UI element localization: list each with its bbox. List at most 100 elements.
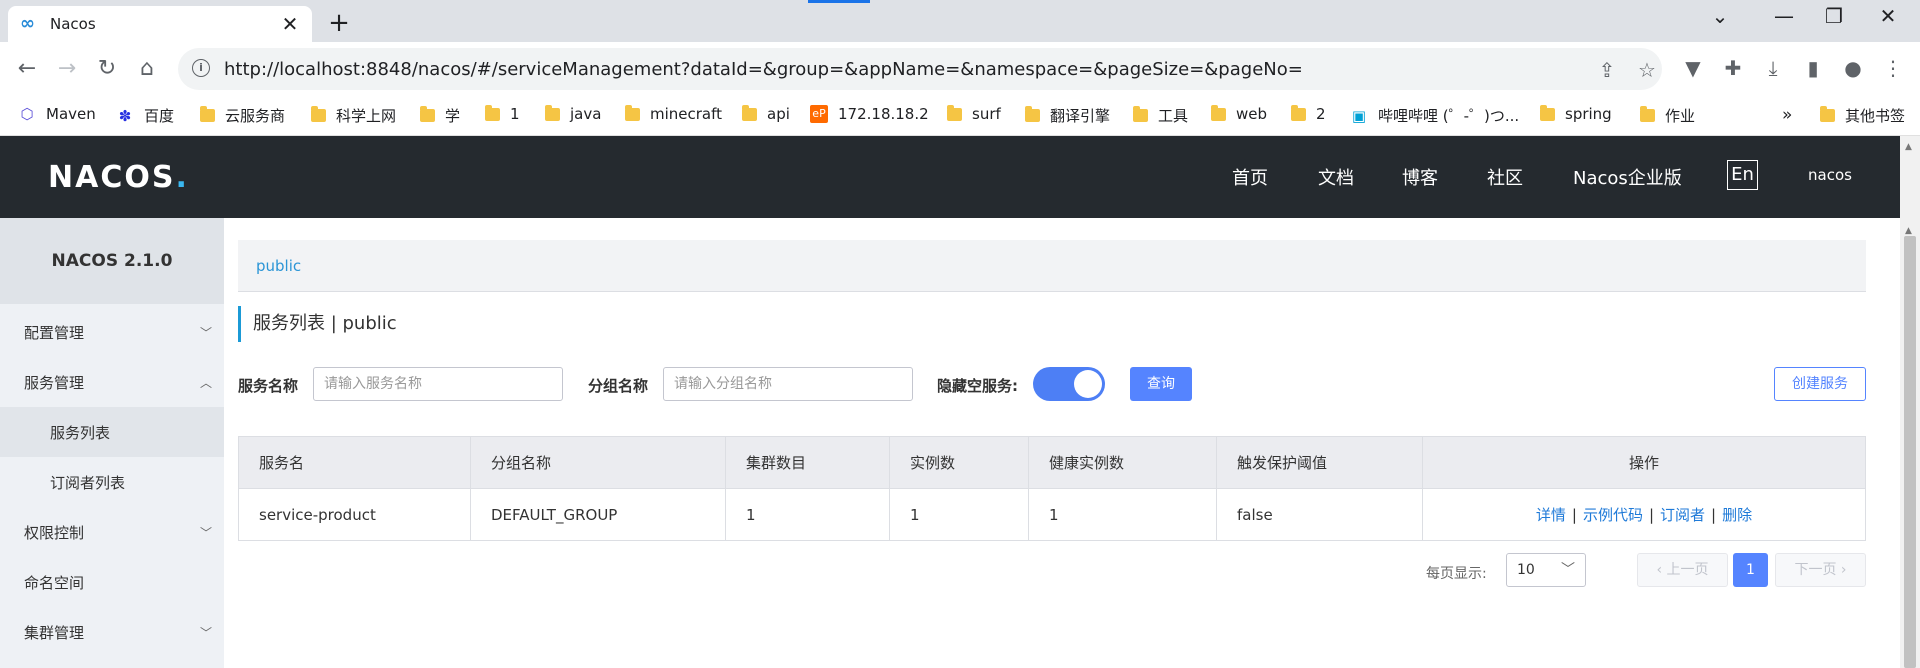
bookmark-folder[interactable]: 工具 [1133, 105, 1188, 126]
table-header-row: 服务名 分组名称 集群数目 实例数 健康实例数 触发保护阈值 操作 [238, 436, 1866, 489]
bookmark-label: surf [972, 105, 1001, 123]
bookmark-label: 作业 [1665, 107, 1696, 125]
op-detail-link[interactable]: 详情 [1536, 506, 1566, 524]
page-scrollbar[interactable]: ▲ ▲ [1900, 136, 1920, 668]
bookmark-label: 其他书签 [1845, 107, 1906, 125]
sidebar-item-subscribers[interactable]: 订阅者列表 [0, 457, 224, 507]
sidebar-title: NACOS 2.1.0 [0, 218, 224, 304]
bookmark-folder[interactable]: api [742, 104, 790, 123]
sidebar-item-service-list[interactable]: 服务列表 [0, 407, 224, 457]
address-bar[interactable]: i http://localhost:8848/nacos/#/serviceM… [178, 48, 1662, 90]
bookmarks-more-button[interactable]: » [1782, 105, 1792, 125]
browser-menu-icon[interactable]: ⋮ [1878, 56, 1908, 80]
extension-v-icon[interactable]: ▼ [1678, 56, 1708, 80]
chevron-down-icon: ﹀ [199, 525, 212, 540]
nacos-logo[interactable]: NACOS. [48, 160, 189, 195]
new-tab-button[interactable]: + [324, 8, 354, 38]
bookmark-folder[interactable]: minecraft [625, 104, 723, 123]
cell-clusters: 1 [725, 488, 890, 541]
bookmark-folder[interactable]: 2 [1291, 104, 1326, 123]
sidebar-item-cluster[interactable]: 集群管理 ﹀ [0, 607, 224, 657]
namespace-tab-public[interactable]: public [256, 257, 301, 275]
bookmark-baidu[interactable]: ✽ 百度 [116, 105, 174, 126]
next-page-label: 下一页 [1794, 562, 1837, 578]
scroll-up-arrow-icon-inner[interactable]: ▲ [1905, 226, 1912, 236]
prev-page-button[interactable]: ‹ 上一页 [1637, 553, 1728, 587]
current-page-button[interactable]: 1 [1733, 553, 1768, 587]
user-name[interactable]: nacos [1808, 166, 1852, 184]
bookmark-folder[interactable]: web [1211, 104, 1267, 123]
other-bookmarks[interactable]: 其他书签 [1820, 105, 1905, 126]
browser-tab[interactable]: ∞ Nacos ✕ [8, 6, 312, 42]
sidebar-item-label: 服务列表 [50, 423, 111, 442]
create-service-button[interactable]: 创建服务 [1774, 367, 1866, 401]
group-name-input[interactable]: 请输入分组名称 [663, 367, 913, 401]
extensions-puzzle-icon[interactable]: ✚ [1718, 56, 1748, 80]
toggle-knob [1074, 370, 1102, 398]
scroll-up-arrow-icon[interactable]: ▲ [1905, 142, 1912, 152]
sidebar-item-auth[interactable]: 权限控制 ﹀ [0, 507, 224, 557]
op-delete-link[interactable]: 删除 [1722, 506, 1752, 524]
bookmark-folder[interactable]: 云服务商 [200, 105, 285, 126]
sidebar-item-namespace[interactable]: 命名空间 [0, 557, 224, 607]
folder-icon [420, 106, 435, 122]
bookmark-label: 翻译引擎 [1050, 107, 1111, 125]
service-name-input[interactable]: 请输入服务名称 [313, 367, 563, 401]
page-size-select[interactable]: 10 ﹀ [1506, 553, 1586, 587]
tab-search-icon[interactable]: ⌄ [1700, 4, 1740, 28]
window-minimize-button[interactable]: — [1764, 4, 1804, 28]
query-button[interactable]: 查询 [1130, 367, 1192, 401]
nav-docs[interactable]: 文档 [1318, 164, 1354, 190]
tab-title: Nacos [50, 15, 96, 33]
sidebar-item-service[interactable]: 服务管理 ︿ [0, 357, 224, 407]
bookmark-bilibili[interactable]: ▣ 哔哩哔哩 (゜-゜)つ... [1350, 105, 1519, 126]
nav-community[interactable]: 社区 [1487, 164, 1523, 190]
cell-service-name: service-product [238, 488, 471, 541]
profile-avatar-icon[interactable]: ● [1838, 56, 1868, 80]
hide-empty-toggle[interactable] [1033, 367, 1105, 401]
bookmark-maven[interactable]: ⬡ Maven [18, 105, 95, 123]
chevron-right-icon: › [1836, 562, 1847, 578]
next-page-button[interactable]: 下一页 › [1775, 553, 1866, 587]
browser-toolbar: ← → ↻ ⌂ i http://localhost:8848/nacos/#/… [0, 42, 1920, 96]
nav-blog[interactable]: 博客 [1402, 164, 1438, 190]
op-separator: | [1711, 506, 1717, 524]
bookmark-ep[interactable]: eP 172.18.18.2 [810, 105, 929, 123]
bookmark-label: minecraft [650, 105, 723, 123]
side-panel-icon[interactable]: ▮ [1798, 56, 1828, 80]
nav-enterprise[interactable]: Nacos企业版 [1573, 164, 1682, 190]
site-info-icon[interactable]: i [192, 59, 210, 77]
home-icon[interactable]: ⌂ [132, 54, 162, 84]
op-sample-code-link[interactable]: 示例代码 [1583, 506, 1643, 524]
share-icon[interactable]: ⇪ [1594, 58, 1620, 82]
folder-icon [947, 104, 962, 121]
url-text: http://localhost:8848/nacos/#/serviceMan… [224, 58, 1303, 80]
window-restore-button[interactable]: ❐ [1814, 4, 1854, 28]
window-close-button[interactable]: ✕ [1868, 4, 1908, 28]
sidebar-item-config[interactable]: 配置管理 ﹀ [0, 307, 224, 357]
folder-icon [1291, 104, 1306, 121]
back-arrow-icon[interactable]: ← [12, 54, 42, 84]
service-name-label: 服务名称 [238, 377, 299, 395]
bookmark-folder[interactable]: java [545, 104, 601, 123]
bookmark-folder[interactable]: 1 [485, 104, 520, 123]
scrollbar-thumb[interactable] [1904, 236, 1916, 668]
tab-close-icon[interactable]: ✕ [280, 12, 300, 36]
maven-icon: ⬡ [20, 105, 34, 123]
language-switch-button[interactable]: En [1727, 160, 1758, 190]
bookmark-star-icon[interactable]: ☆ [1634, 58, 1660, 82]
op-subscribers-link[interactable]: 订阅者 [1660, 506, 1705, 524]
forward-arrow-icon[interactable]: → [52, 54, 82, 84]
bookmark-folder[interactable]: 作业 [1640, 105, 1695, 126]
nav-home[interactable]: 首页 [1232, 164, 1268, 190]
app-header: NACOS. 首页 文档 博客 社区 Nacos企业版 En nacos [0, 136, 1900, 218]
bookmarks-bar: ⬡ Maven ✽ 百度 云服务商 科学上网 学 1 java minecraf… [0, 96, 1920, 136]
bookmark-folder[interactable]: 学 [420, 105, 460, 126]
download-icon[interactable]: ⤓ [1758, 56, 1788, 80]
bookmark-folder[interactable]: 翻译引擎 [1025, 105, 1110, 126]
bookmark-folder[interactable]: 科学上网 [311, 105, 396, 126]
bookmark-folder[interactable]: spring [1540, 104, 1612, 123]
nacos-favicon-icon: ∞ [20, 13, 35, 34]
bookmark-folder[interactable]: surf [947, 104, 1001, 123]
reload-icon[interactable]: ↻ [92, 54, 122, 84]
